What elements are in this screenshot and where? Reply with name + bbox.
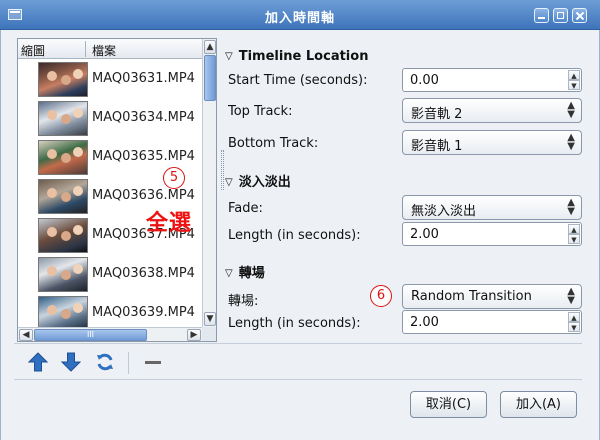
combo-chevron-icon: ▲ ▼ [567, 132, 575, 152]
move-up-button[interactable] [26, 350, 50, 374]
transition-length-label: Length (in seconds): [228, 316, 361, 331]
spinner-value[interactable]: 2.00 [410, 227, 439, 242]
top-track-select[interactable]: 影音軌 2 ▲ ▼ [402, 98, 582, 123]
start-time-label: Start Time (seconds): [228, 73, 368, 88]
file-name: MAQ03636.MP4 [92, 188, 195, 203]
list-header: 縮圖 檔案 [18, 39, 202, 59]
decrement-icon[interactable]: ▼ [568, 234, 580, 244]
fade-select[interactable]: 無淡入淡出 ▲ ▼ [402, 195, 582, 220]
button-separator [14, 379, 582, 380]
toolbar-separator [14, 343, 582, 344]
column-divider[interactable] [85, 41, 86, 57]
annotation-badge-5: 5 [163, 167, 185, 189]
file-name: MAQ03639.MP4 [92, 305, 195, 320]
scroll-up-icon[interactable]: ▲ [204, 40, 216, 54]
section-fade[interactable]: ▽ 淡入淡出 [225, 171, 291, 190]
move-down-button[interactable] [59, 350, 83, 374]
combo-chevron-icon: ▲ ▼ [567, 286, 575, 306]
horizontal-scroll-thumb[interactable]: III [34, 329, 147, 341]
bottom-track-select[interactable]: 影音軌 1 ▲ ▼ [402, 130, 582, 155]
vertical-scroll-thumb[interactable] [204, 55, 216, 101]
refresh-button[interactable] [93, 350, 117, 374]
top-track-label: Top Track: [228, 104, 293, 119]
fade-length-label: Length (in seconds): [228, 228, 361, 243]
spinner-value[interactable]: 0.00 [410, 73, 439, 88]
title-bar: 加入時間軸 [0, 0, 600, 30]
transition-length-spinner[interactable]: 2.00 ▲ ▼ [402, 310, 582, 334]
scroll-right-icon[interactable]: ▶ [187, 329, 201, 341]
file-name: MAQ03631.MP4 [92, 71, 195, 86]
file-rows: MAQ03631.MP4 MAQ03634.MP4 MAQ03635.MP4 M… [18, 60, 202, 333]
decrement-icon[interactable]: ▼ [568, 80, 580, 90]
column-file[interactable]: 檔案 [92, 42, 116, 59]
video-thumbnail [38, 140, 88, 175]
toolbar-divider [128, 352, 129, 374]
start-time-spinner[interactable]: 0.00 ▲ ▼ [402, 68, 582, 92]
cancel-button[interactable]: 取消(C) [410, 391, 487, 418]
video-thumbnail [38, 62, 88, 97]
decrement-icon[interactable]: ▼ [568, 322, 580, 332]
refresh-icon [97, 353, 113, 371]
file-name: MAQ03638.MP4 [92, 266, 195, 281]
collapse-triangle-icon: ▽ [225, 268, 233, 279]
combo-chevron-icon: ▲ ▼ [567, 100, 575, 120]
section-timeline-location[interactable]: ▽ Timeline Location [225, 49, 368, 64]
list-item[interactable]: MAQ03634.MP4 [18, 99, 202, 138]
fade-length-spinner[interactable]: 2.00 ▲ ▼ [402, 222, 582, 246]
increment-icon[interactable]: ▲ [568, 70, 580, 80]
video-thumbnail [38, 101, 88, 136]
increment-icon[interactable]: ▲ [568, 312, 580, 322]
spinner-value[interactable]: 2.00 [410, 315, 439, 330]
section-title: 轉場 [238, 266, 265, 281]
scroll-down-icon[interactable]: ▼ [204, 312, 216, 326]
file-name: MAQ03634.MP4 [92, 110, 195, 125]
maximize-button[interactable] [553, 8, 568, 23]
column-thumbnail[interactable]: 縮圖 [21, 42, 45, 59]
collapse-triangle-icon: ▽ [225, 51, 233, 62]
list-item[interactable]: MAQ03631.MP4 [18, 60, 202, 99]
select-value: Random Transition [411, 289, 532, 304]
add-button[interactable]: 加入(A) [500, 391, 577, 418]
scroll-left-icon[interactable]: ◀ [19, 329, 33, 341]
video-thumbnail [38, 257, 88, 292]
remove-button[interactable] [141, 350, 165, 374]
window-title: 加入時間軸 [264, 11, 335, 26]
transition-label: 轉場: [228, 294, 259, 309]
file-list[interactable]: 縮圖 檔案 MAQ03631.MP4 MAQ03634.MP4 MAQ03635… [17, 38, 217, 342]
pane-splitter[interactable] [221, 150, 224, 190]
collapse-triangle-icon: ▽ [225, 177, 233, 188]
section-title: Timeline Location [238, 49, 369, 64]
vertical-scrollbar[interactable]: ▲ ▼ [202, 39, 216, 327]
section-title: 淡入淡出 [238, 175, 291, 190]
annotation-select-all: 全選 [146, 211, 193, 236]
horizontal-scrollbar[interactable]: ◀ III ▶ [18, 327, 202, 341]
close-button[interactable] [572, 8, 587, 23]
list-item[interactable]: MAQ03638.MP4 [18, 255, 202, 294]
combo-chevron-icon: ▲ ▼ [567, 197, 575, 217]
annotation-badge-6: 6 [370, 285, 392, 307]
video-thumbnail [38, 218, 88, 253]
select-value: 影音軌 2 [411, 107, 463, 122]
minimize-button[interactable] [534, 8, 549, 23]
bottom-track-label: Bottom Track: [228, 136, 319, 151]
minus-icon [145, 361, 161, 364]
fade-label: Fade: [228, 201, 263, 216]
scroll-corner [202, 327, 216, 341]
select-value: 無淡入淡出 [411, 204, 477, 219]
video-thumbnail [38, 296, 88, 331]
arrow-down-icon [61, 352, 81, 372]
transition-select[interactable]: Random Transition ▲ ▼ [402, 284, 582, 309]
section-transition[interactable]: ▽ 轉場 [225, 262, 265, 281]
arrow-up-icon [28, 352, 48, 372]
increment-icon[interactable]: ▲ [568, 224, 580, 234]
select-value: 影音軌 1 [411, 139, 463, 154]
video-thumbnail [38, 179, 88, 214]
file-name: MAQ03635.MP4 [92, 149, 195, 164]
